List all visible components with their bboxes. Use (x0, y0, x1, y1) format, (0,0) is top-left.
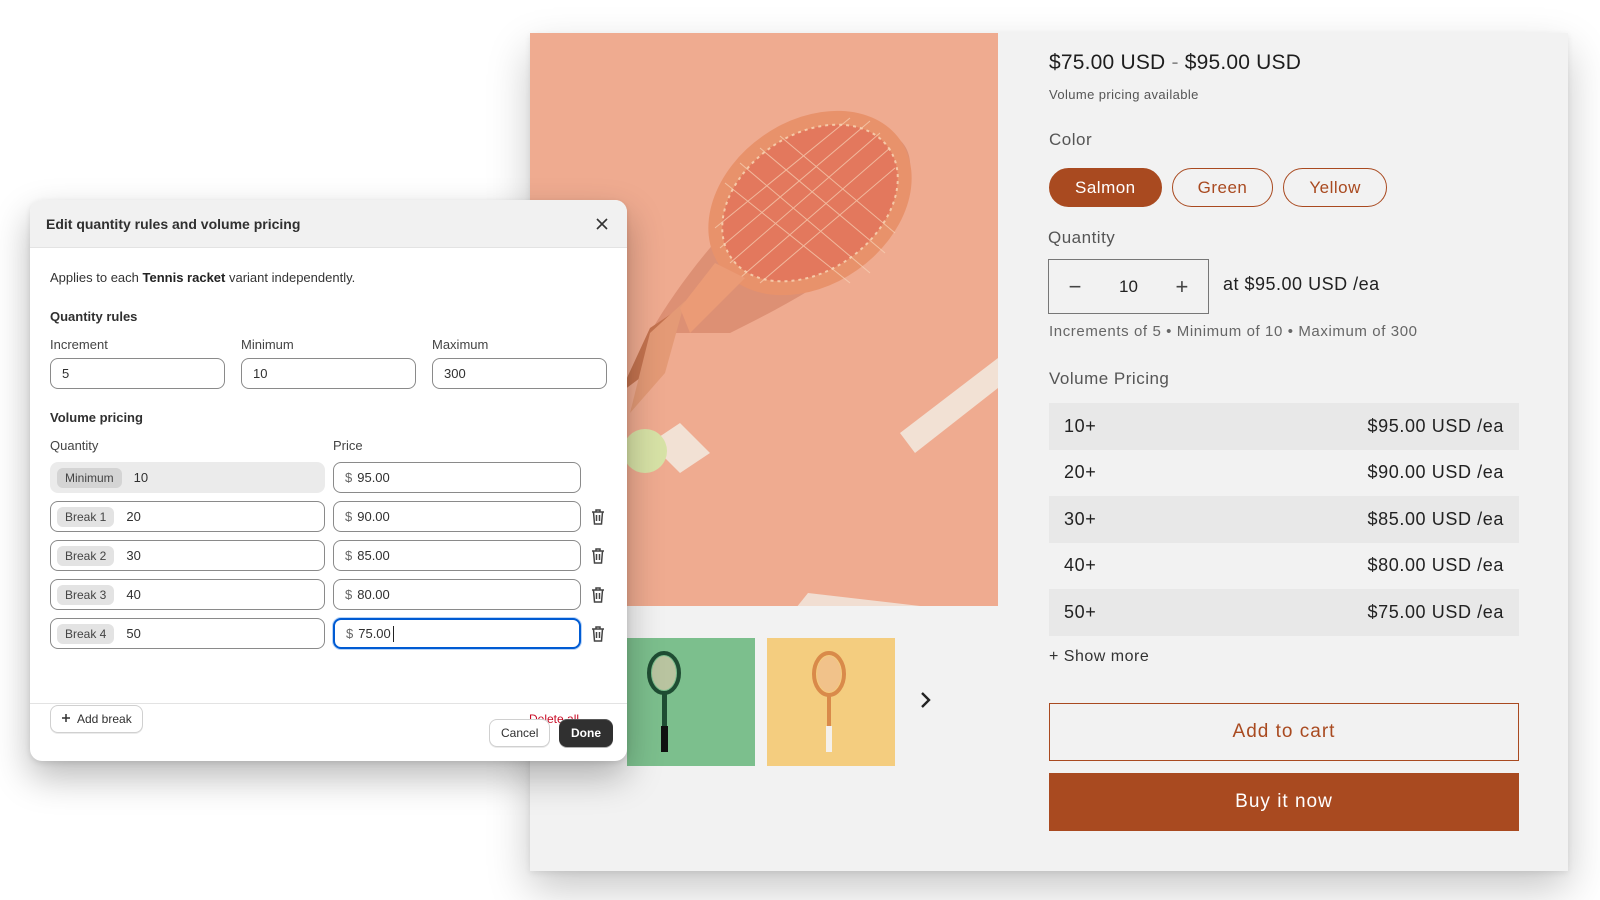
currency-symbol: $ (345, 587, 353, 602)
thumbnail-green[interactable] (627, 638, 755, 766)
text-caret (392, 625, 394, 642)
product-card: $75.00 USD - $95.00 USD Volume pricing a… (530, 33, 1568, 871)
price-field[interactable]: $ 85.00 (333, 540, 581, 571)
increment-field[interactable]: 5 (50, 358, 225, 389)
volume-pricing-table: 10+ $95.00 USD /ea 20+ $90.00 USD /ea 30… (1049, 403, 1519, 636)
tier-tag: Break 4 (57, 623, 115, 644)
break-quantity-field[interactable]: Break 3 40 (50, 579, 325, 610)
vp-price: $75.00 USD /ea (1367, 601, 1504, 622)
quantity-label: Quantity (1048, 228, 1116, 247)
price-value: 80.00 (357, 587, 390, 602)
break-quantity-field[interactable]: Break 1 20 (50, 501, 325, 532)
currency-symbol: $ (345, 548, 353, 563)
modal-footer: Cancel Done (30, 703, 627, 761)
quantity-stepper: − 10 + (1048, 259, 1209, 314)
swatch-salmon[interactable]: Salmon (1049, 168, 1162, 207)
currency-symbol: $ (345, 470, 353, 485)
tier-tag: Minimum (57, 467, 122, 488)
trash-icon[interactable] (590, 547, 608, 565)
show-more-link[interactable]: + Show more (1049, 648, 1149, 666)
vp-price: $95.00 USD /ea (1367, 415, 1504, 436)
edit-quantity-rules-modal: Edit quantity rules and volume pricing A… (30, 200, 627, 761)
vp-qty: 50+ (1064, 601, 1097, 622)
applies-prefix: Applies to each (50, 270, 143, 285)
price-dash: - (1171, 51, 1179, 74)
done-button[interactable]: Done (559, 719, 613, 747)
tier-tag: Break 1 (57, 506, 115, 527)
volume-pricing-note: Volume pricing available (1049, 87, 1199, 102)
volume-pricing-title: Volume Pricing (1049, 369, 1170, 388)
vp-qty: 20+ (1064, 462, 1097, 483)
tier-qty: 10 (133, 470, 149, 485)
thumbnail-yellow[interactable] (767, 638, 895, 766)
modal-title: Edit quantity rules and volume pricing (46, 215, 301, 232)
buy-now-button[interactable]: Buy it now (1049, 773, 1519, 831)
volume-pricing-row: 20+ $90.00 USD /ea (1049, 450, 1519, 497)
volume-pricing-row: 50+ $75.00 USD /ea (1049, 589, 1519, 636)
quantity-column-label: Quantity (50, 438, 99, 453)
yellow-racket-image (767, 638, 895, 766)
maximum-label: Maximum (432, 337, 489, 352)
price-range: $75.00 USD - $95.00 USD (1049, 51, 1301, 75)
tier-tag: Break 3 (57, 584, 115, 605)
price-field-focused[interactable]: $ 75.00 (333, 618, 581, 649)
volume-pricing-row: 30+ $85.00 USD /ea (1049, 496, 1519, 543)
trash-icon[interactable] (590, 508, 608, 526)
price-value: 85.00 (357, 548, 390, 563)
swatch-green[interactable]: Green (1171, 168, 1274, 207)
vp-qty: 30+ (1064, 508, 1097, 529)
swatch-yellow[interactable]: Yellow (1283, 168, 1387, 207)
applies-note: Applies to each Tennis racket variant in… (50, 270, 355, 285)
price-high: $95.00 USD (1184, 51, 1302, 74)
color-label: Color (1049, 130, 1093, 149)
trash-icon[interactable] (590, 586, 608, 604)
cancel-button[interactable]: Cancel (489, 719, 551, 747)
trash-icon[interactable] (590, 625, 608, 643)
currency-symbol: $ (346, 626, 354, 641)
minimum-label: Minimum (241, 337, 294, 352)
tier-qty: 20 (126, 509, 141, 524)
modal-header: Edit quantity rules and volume pricing (30, 200, 627, 248)
currency-symbol: $ (345, 509, 353, 524)
close-icon[interactable] (593, 215, 611, 233)
volume-pricing-row: 10+ $95.00 USD /ea (1049, 403, 1519, 450)
price-field[interactable]: $ 95.00 (333, 462, 581, 493)
add-to-cart-button[interactable]: Add to cart (1049, 703, 1519, 761)
quantity-rules-title: Quantity rules (50, 309, 138, 324)
price-value: 75.00 (358, 626, 391, 641)
vp-price: $85.00 USD /ea (1367, 508, 1504, 529)
plus-icon[interactable]: + (1170, 274, 1194, 299)
minimum-field[interactable]: 10 (241, 358, 416, 389)
chevron-right-icon[interactable] (913, 688, 937, 712)
price-value: 90.00 (357, 509, 390, 524)
vp-price: $90.00 USD /ea (1367, 462, 1504, 483)
quantity-rules-summary: Increments of 5 • Minimum of 10 • Maximu… (1049, 323, 1418, 340)
unit-price: at $95.00 USD /ea (1223, 274, 1380, 294)
vp-price: $80.00 USD /ea (1367, 555, 1504, 576)
green-racket-image (627, 638, 755, 766)
vp-qty: 10+ (1064, 415, 1097, 436)
price-field[interactable]: $ 90.00 (333, 501, 581, 532)
applies-product: Tennis racket (142, 270, 226, 285)
increment-label: Increment (50, 337, 108, 352)
tier-qty: 40 (126, 587, 141, 602)
tier-tag: Break 2 (57, 545, 115, 566)
volume-pricing-title: Volume pricing (50, 410, 143, 425)
tier-qty: 30 (126, 548, 141, 563)
color-swatches: Salmon Green Yellow (1049, 168, 1387, 207)
price-value: 95.00 (357, 470, 390, 485)
minus-icon[interactable]: − (1063, 274, 1087, 299)
quantity-input[interactable]: 10 (1119, 277, 1138, 297)
break-quantity-field[interactable]: Break 4 50 (50, 618, 325, 649)
vp-qty: 40+ (1064, 555, 1097, 576)
maximum-field[interactable]: 300 (432, 358, 607, 389)
minimum-quantity-cell: Minimum 10 (50, 462, 325, 493)
price-field[interactable]: $ 80.00 (333, 579, 581, 610)
break-quantity-field[interactable]: Break 2 30 (50, 540, 325, 571)
price-low: $75.00 USD (1049, 51, 1166, 74)
price-column-label: Price (333, 438, 363, 453)
volume-pricing-row: 40+ $80.00 USD /ea (1049, 543, 1519, 590)
tier-qty: 50 (126, 626, 141, 641)
applies-suffix: variant independently. (225, 270, 356, 285)
